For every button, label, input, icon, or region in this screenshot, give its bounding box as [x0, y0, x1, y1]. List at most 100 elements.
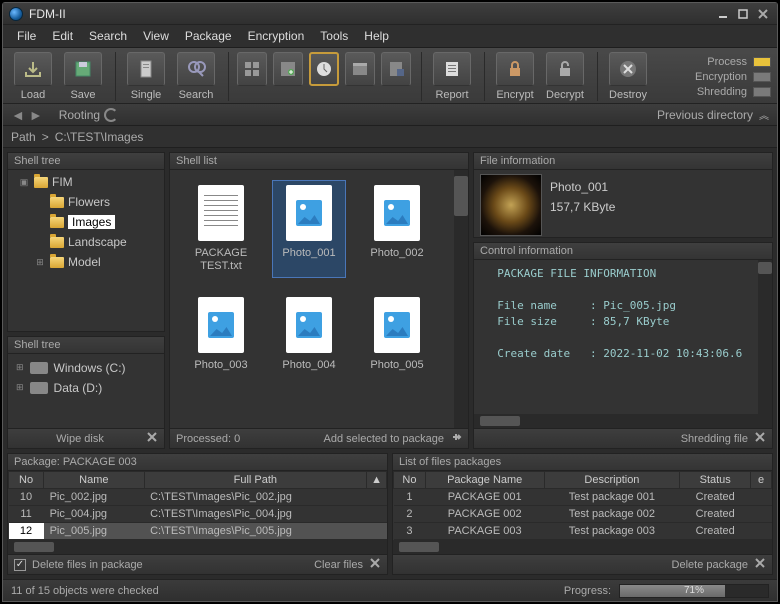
scrollbar[interactable] — [454, 170, 468, 428]
file-item[interactable]: Photo_001 — [272, 180, 346, 278]
table-row[interactable]: 1PACKAGE 001Test package 001Created — [394, 489, 772, 506]
tree-item-landscape[interactable]: Landscape — [12, 232, 160, 252]
scrollbar[interactable] — [758, 260, 772, 414]
menu-tools[interactable]: Tools — [312, 27, 356, 45]
toolbar-icon-e[interactable] — [379, 52, 413, 101]
prev-dir-label[interactable]: Previous directory — [657, 108, 753, 122]
file-item[interactable]: Photo_003 — [184, 292, 258, 377]
add-selected-icon[interactable] — [450, 431, 462, 446]
menu-edit[interactable]: Edit — [44, 27, 81, 45]
menu-package[interactable]: Package — [177, 27, 240, 45]
toolbar-report[interactable]: Report — [428, 52, 476, 101]
col-header[interactable]: Status — [680, 472, 751, 489]
shell-list-header: Shell list — [170, 153, 468, 170]
tree-item-label: Flowers — [68, 195, 110, 209]
delete-package-button[interactable]: Delete package — [672, 559, 748, 571]
table-row[interactable]: 2PACKAGE 002Test package 002Created — [394, 506, 772, 523]
drive-item[interactable]: ⊞Windows (C:) — [12, 358, 160, 378]
toolbar-encrypt[interactable]: Encrypt — [491, 52, 539, 101]
toolbar-icon-a[interactable] — [235, 52, 269, 101]
table-row[interactable]: 10Pic_002.jpgC:\TEST\Images\Pic_002.jpg — [9, 489, 387, 506]
file-item[interactable]: Photo_005 — [360, 292, 434, 377]
toolbar-report-label: Report — [435, 89, 468, 101]
menu-search[interactable]: Search — [81, 27, 135, 45]
close-button[interactable] — [755, 6, 771, 22]
delete-files-checkbox[interactable]: ✓ — [14, 559, 26, 571]
rooting-button[interactable]: Rooting — [59, 108, 118, 122]
tree-item-model[interactable]: ⊞Model — [12, 252, 160, 272]
col-header[interactable]: Name — [44, 472, 145, 489]
shell-tree[interactable]: ▣FIM Flowers ImagesLandscape⊞Model — [8, 170, 164, 331]
file-info-name: Photo_001 — [550, 180, 615, 194]
report-icon — [433, 52, 471, 86]
menu-help[interactable]: Help — [356, 27, 397, 45]
table-row[interactable]: 3PACKAGE 003Test package 003Created — [394, 523, 772, 540]
package-table[interactable]: NoNameFull Path▲10Pic_002.jpgC:\TEST\Ima… — [8, 471, 387, 540]
clear-files-button[interactable]: Clear files — [314, 559, 363, 571]
tree-toggle-icon[interactable]: ▣ — [18, 177, 30, 188]
path-sep: > — [42, 130, 49, 144]
toolbar-save[interactable]: Save — [59, 52, 107, 101]
package-list-table[interactable]: NoPackage NameDescriptionStatuse1PACKAGE… — [393, 471, 772, 540]
shell-list-panel: Shell list PACKAGE TEST.txtPhoto_001Phot… — [169, 152, 469, 449]
col-header[interactable]: e — [751, 472, 772, 489]
toolbar-icon-d[interactable] — [343, 52, 377, 101]
folder-icon — [50, 197, 64, 208]
col-header[interactable]: Full Path — [144, 472, 367, 489]
col-chevron[interactable]: ▲ — [367, 472, 387, 489]
toolbar-decrypt[interactable]: Decrypt — [541, 52, 589, 101]
menu-file[interactable]: File — [9, 27, 44, 45]
file-item[interactable]: PACKAGE TEST.txt — [184, 180, 258, 278]
toolbar-icon-b[interactable] — [271, 52, 305, 101]
toolbar-search[interactable]: Search — [172, 52, 220, 101]
hscrollbar[interactable] — [8, 540, 387, 554]
wipe-disk-button[interactable]: Wipe disk — [56, 433, 104, 445]
col-header[interactable]: Description — [544, 472, 680, 489]
toolbar-icon-c[interactable] — [307, 52, 341, 101]
table-row[interactable]: 12Pic_005.jpgC:\TEST\Images\Pic_005.jpg — [9, 523, 387, 540]
toolbar-load[interactable]: Load — [9, 52, 57, 101]
drive-item[interactable]: ⊞Data (D:) — [12, 378, 160, 398]
file-item[interactable]: Photo_004 — [272, 292, 346, 377]
col-header[interactable]: No — [9, 472, 44, 489]
drives-list[interactable]: ⊞Windows (C:)⊞Data (D:) — [8, 354, 164, 428]
nav-back-button[interactable]: ◄ — [11, 107, 25, 123]
maximize-button[interactable] — [735, 6, 751, 22]
shredding-icon[interactable] — [754, 431, 766, 446]
chevron-up-icon[interactable]: ︽ — [759, 107, 769, 122]
hscrollbar[interactable] — [393, 540, 772, 554]
file-label: Photo_004 — [282, 359, 335, 372]
delete-files-label[interactable]: Delete files in package — [32, 559, 143, 571]
clear-files-icon[interactable] — [369, 557, 381, 572]
delete-package-icon[interactable] — [754, 557, 766, 572]
tree-toggle-icon[interactable]: ⊞ — [34, 257, 46, 268]
rooting-label: Rooting — [59, 108, 100, 122]
minimize-button[interactable] — [715, 6, 731, 22]
menu-encryption[interactable]: Encryption — [240, 27, 313, 45]
col-header[interactable]: Package Name — [425, 472, 544, 489]
toolbar-save-label: Save — [70, 89, 95, 101]
col-header[interactable]: No — [394, 472, 426, 489]
wipe-disk-icon[interactable] — [146, 431, 158, 446]
add-selected-button[interactable]: Add selected to package — [324, 433, 444, 445]
nav-forward-button[interactable]: ► — [29, 107, 43, 123]
menu-view[interactable]: View — [135, 27, 177, 45]
shredding-file-button[interactable]: Shredding file — [681, 433, 748, 445]
shell-list[interactable]: PACKAGE TEST.txtPhoto_001Photo_002 Photo_… — [170, 170, 454, 428]
drive-icon — [30, 382, 48, 394]
path-label: Path — [11, 130, 36, 144]
toolbar-encrypt-label: Encrypt — [496, 89, 533, 101]
toolbar-single[interactable]: Single — [122, 52, 170, 101]
hscrollbar[interactable] — [474, 414, 772, 428]
legend-encryption-label: Encryption — [695, 71, 747, 83]
table-row[interactable]: 11Pic_004.jpgC:\TEST\Images\Pic_004.jpg — [9, 506, 387, 523]
tree-item-flowers[interactable]: Flowers — [12, 192, 160, 212]
folder-icon — [50, 237, 64, 248]
package-footer: ✓ Delete files in package Clear files — [8, 554, 387, 574]
toolbar-destroy[interactable]: Destroy — [604, 52, 652, 101]
tree-item-fim[interactable]: ▣FIM — [12, 172, 160, 192]
file-item[interactable]: Photo_002 — [360, 180, 434, 278]
path-value[interactable]: C:\TEST\Images — [55, 130, 144, 144]
file-info-header: File information — [474, 153, 772, 170]
tree-item-images[interactable]: Images — [12, 212, 160, 232]
